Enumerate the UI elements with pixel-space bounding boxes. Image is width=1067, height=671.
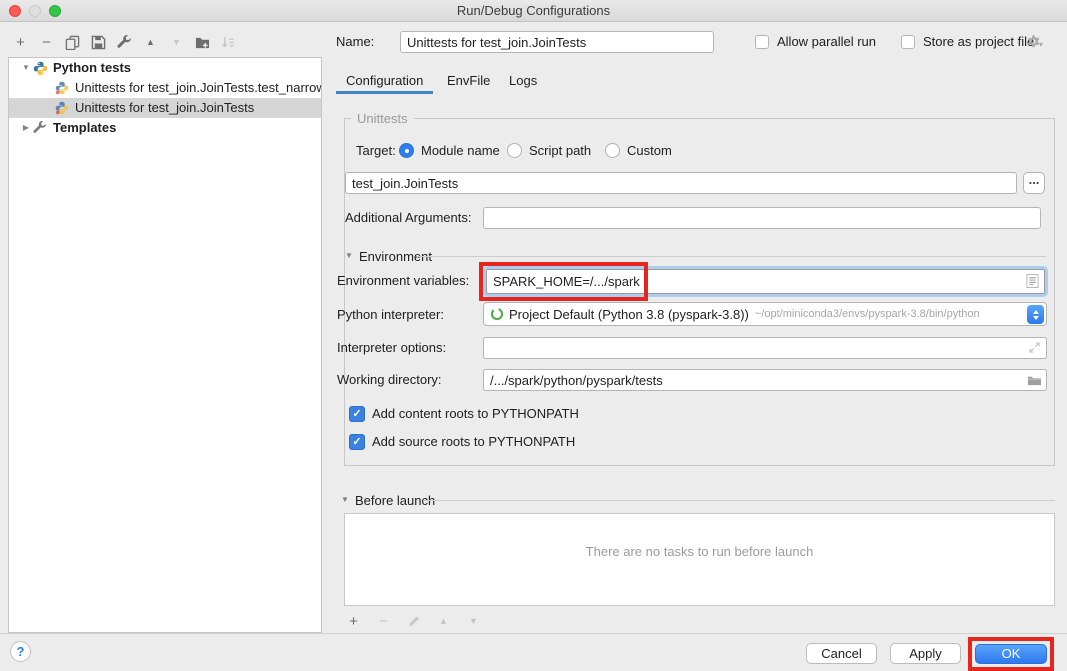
add-source-roots-checkbox[interactable]: ✓ bbox=[349, 434, 365, 450]
tree-item-unittests-jointests-selected[interactable]: Unittests for test_join.JoinTests bbox=[9, 98, 321, 118]
sort-configurations-icon bbox=[221, 34, 236, 50]
gear-caret-icon: ▾ bbox=[1039, 40, 1043, 49]
working-directory-input[interactable] bbox=[483, 369, 1047, 391]
close-window-icon[interactable] bbox=[9, 5, 21, 17]
store-options-gear-icon[interactable]: ▾ bbox=[1026, 34, 1043, 49]
store-as-project-file-checkbox[interactable] bbox=[901, 35, 915, 49]
active-tab-underline bbox=[336, 91, 433, 94]
run-debug-configurations-dialog: Run/Debug Configurations + − ▲ ▼ ▼ Pyth bbox=[0, 0, 1067, 671]
target-script-path-label: Script path bbox=[529, 140, 591, 162]
expand-field-icon[interactable] bbox=[1028, 341, 1041, 354]
environment-variables-label: Environment variables: bbox=[337, 270, 469, 292]
wrench-icon bbox=[33, 121, 50, 135]
add-configuration-icon[interactable]: + bbox=[13, 34, 28, 50]
move-down-icon: ▼ bbox=[169, 34, 184, 50]
name-label: Name: bbox=[336, 31, 374, 53]
copy-configuration-icon[interactable] bbox=[65, 34, 80, 50]
zoom-window-icon[interactable] bbox=[49, 5, 61, 17]
titlebar: Run/Debug Configurations bbox=[0, 0, 1067, 22]
remove-task-icon: − bbox=[376, 613, 391, 629]
edit-templates-wrench-icon[interactable] bbox=[117, 34, 132, 50]
help-button[interactable]: ? bbox=[10, 641, 31, 662]
python-interpreter-value: Project Default (Python 3.8 (pyspark-3.8… bbox=[509, 307, 749, 322]
tree-item-label: Unittests for test_join.JoinTests bbox=[75, 98, 254, 118]
python-interpreter-select[interactable]: Project Default (Python 3.8 (pyspark-3.8… bbox=[483, 302, 1047, 326]
environment-variables-field[interactable]: SPARK_HOME=/.../spark bbox=[483, 266, 1048, 297]
new-folder-icon[interactable] bbox=[195, 34, 210, 50]
add-source-roots-label: Add source roots to PYTHONPATH bbox=[372, 431, 575, 453]
working-directory-label: Working directory: bbox=[337, 369, 442, 391]
interpreter-options-label: Interpreter options: bbox=[337, 337, 446, 359]
python-test-icon bbox=[55, 81, 72, 95]
move-task-down-icon: ▼ bbox=[466, 613, 481, 629]
add-content-roots-label: Add content roots to PYTHONPATH bbox=[372, 403, 579, 425]
additional-arguments-label: Additional Arguments: bbox=[345, 207, 471, 229]
environment-section-title: Environment bbox=[359, 246, 432, 268]
edit-task-pencil-icon bbox=[406, 613, 421, 629]
tree-item-unittests-test-narrow[interactable]: Unittests for test_join.JoinTests.test_n… bbox=[9, 78, 321, 98]
apply-button[interactable]: Apply bbox=[890, 643, 961, 664]
save-configuration-icon[interactable] bbox=[91, 34, 106, 50]
environment-variables-inner[interactable]: SPARK_HOME=/.../spark bbox=[486, 269, 1045, 294]
target-custom-radio[interactable] bbox=[605, 143, 620, 158]
before-launch-task-list[interactable]: There are no tasks to run before launch bbox=[344, 513, 1055, 606]
tree-item-label: Python tests bbox=[53, 58, 131, 78]
tree-item-label: Templates bbox=[53, 118, 116, 138]
add-task-icon[interactable]: + bbox=[346, 613, 361, 629]
allow-parallel-run-checkbox[interactable] bbox=[755, 35, 769, 49]
expand-icon[interactable]: ▼ bbox=[19, 58, 33, 78]
tab-logs[interactable]: Logs bbox=[509, 69, 537, 93]
interpreter-options-input[interactable] bbox=[483, 337, 1047, 359]
before-launch-title: Before launch bbox=[355, 490, 435, 512]
move-task-up-icon: ▲ bbox=[436, 613, 451, 629]
name-input[interactable] bbox=[400, 31, 714, 53]
minimize-window-icon bbox=[29, 5, 41, 17]
conda-env-icon bbox=[490, 307, 504, 321]
store-as-project-file-label: Store as project file bbox=[923, 31, 1034, 53]
allow-parallel-run-label: Allow parallel run bbox=[777, 31, 876, 53]
environment-variables-value: SPARK_HOME=/.../spark bbox=[493, 274, 640, 289]
additional-arguments-input[interactable] bbox=[483, 207, 1041, 229]
footer-separator bbox=[0, 633, 1067, 634]
configurations-tree: ▼ Python tests Unittests for test_join.J… bbox=[8, 57, 322, 633]
python-icon bbox=[33, 61, 50, 76]
python-test-icon bbox=[55, 101, 72, 115]
tab-envfile[interactable]: EnvFile bbox=[447, 69, 490, 93]
python-interpreter-path: ~/opt/miniconda3/envs/pyspark-3.8/bin/py… bbox=[755, 308, 980, 320]
target-custom-label: Custom bbox=[627, 140, 672, 162]
tree-item-label: Unittests for test_join.JoinTests.test_n… bbox=[75, 78, 321, 98]
window-title: Run/Debug Configurations bbox=[0, 0, 1067, 21]
target-module-name-label: Module name bbox=[421, 140, 500, 162]
move-up-icon[interactable]: ▲ bbox=[143, 34, 158, 50]
browse-target-button[interactable]: ... bbox=[1023, 172, 1045, 194]
target-module-name-radio[interactable] bbox=[399, 143, 414, 158]
environment-section-line bbox=[417, 256, 1046, 257]
python-interpreter-label: Python interpreter: bbox=[337, 304, 444, 326]
collapse-icon[interactable]: ▶ bbox=[19, 118, 33, 138]
env-variables-editor-icon[interactable] bbox=[1026, 273, 1039, 289]
target-script-path-radio[interactable] bbox=[507, 143, 522, 158]
ok-button[interactable]: OK bbox=[975, 644, 1047, 664]
add-content-roots-checkbox[interactable]: ✓ bbox=[349, 406, 365, 422]
target-label: Target: bbox=[356, 140, 396, 162]
before-launch-toolbar: + − ▲ ▼ bbox=[346, 610, 481, 632]
tree-item-python-tests[interactable]: ▼ Python tests bbox=[9, 58, 321, 78]
tab-configuration[interactable]: Configuration bbox=[346, 69, 423, 93]
configurations-toolbar: + − ▲ ▼ bbox=[13, 30, 236, 54]
environment-collapse-icon[interactable]: ▼ bbox=[345, 251, 353, 260]
before-launch-empty-text: There are no tasks to run before launch bbox=[345, 544, 1054, 559]
before-launch-section-line bbox=[423, 500, 1055, 501]
dropdown-stepper-icon[interactable] bbox=[1027, 305, 1044, 324]
target-input[interactable] bbox=[345, 172, 1017, 194]
tree-item-templates[interactable]: ▶ Templates bbox=[9, 118, 321, 138]
browse-folder-icon[interactable] bbox=[1027, 373, 1042, 387]
before-launch-collapse-icon[interactable]: ▼ bbox=[341, 495, 349, 504]
cancel-button[interactable]: Cancel bbox=[806, 643, 877, 664]
unittests-group-title: Unittests bbox=[351, 111, 414, 126]
remove-configuration-icon[interactable]: − bbox=[39, 34, 54, 50]
